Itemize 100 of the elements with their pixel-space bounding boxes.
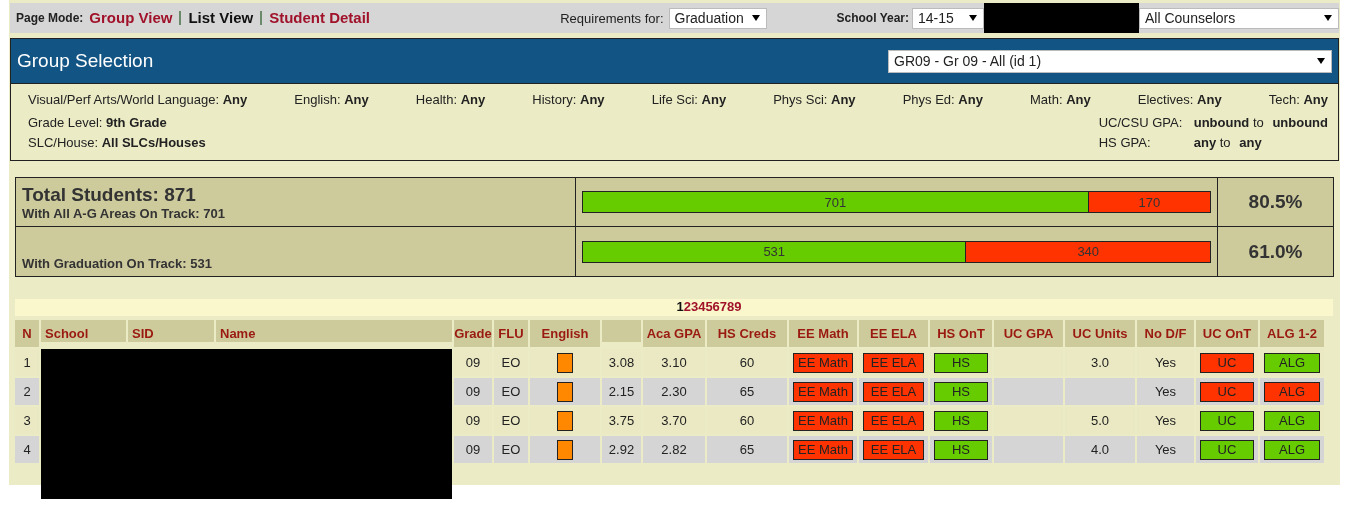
filter-text: Math: Any [1030,92,1091,107]
table-cell: 2.30 [643,378,705,405]
percent-value: 80.5% [1248,191,1303,213]
filter-text: Grade Level: 9th Grade [28,115,168,130]
square-icon [557,410,573,431]
off-track-fill: 170 [1087,192,1210,212]
column-header[interactable]: English [530,320,600,347]
page-link[interactable]: 8 [727,299,735,316]
filter-text: HS GPA: any to any [1098,135,1263,150]
table-cell: 09 [454,378,492,405]
column-header[interactable]: UC Units [1065,320,1135,347]
column-header[interactable]: ALG 1-2 [1260,320,1324,347]
status-badge: ALG [1264,439,1320,460]
requirements-dropdown[interactable]: Graduation [668,7,767,29]
off-track-fill: 340 [965,241,1210,262]
filter-text: Phys Ed: Any [902,92,983,107]
page-link[interactable]: 7 [719,299,728,316]
filter-text: History: Any [532,92,605,107]
column-header[interactable]: UC OnT [1196,320,1258,347]
page-link[interactable]: 3 [690,299,699,316]
status-badge: EE Math [793,410,853,431]
status-badge: ALG [1264,352,1320,373]
status-badge: HS [934,410,988,431]
status-badge: HS [934,381,988,402]
table-cell: 4.0 [1065,436,1135,463]
filter-text: UC/CSU GPA: unbound to unbound [1098,115,1328,130]
column-header [602,320,641,342]
filter-text: Tech: Any [1268,92,1328,107]
school-year-dropdown[interactable]: 14-15 [912,7,984,29]
filter-text: Visual/Perf Arts/World Language: Any [28,92,248,107]
percent-value: 61.0% [1248,240,1303,263]
table-cell: 4 [15,436,39,463]
column-header[interactable]: EE Math [789,320,857,347]
column-header[interactable]: UC GPA [994,320,1063,347]
page-link[interactable]: 5 [705,299,713,316]
square-icon [557,381,573,402]
column-header[interactable]: Grade [454,320,492,347]
table-cell: 65 [707,436,787,463]
column-header[interactable]: HS Creds [707,320,787,347]
table-cell: 2.92 [602,436,641,463]
status-badge: ALG [1264,410,1320,431]
column-header[interactable]: SID [128,320,214,342]
filter-text: Life Sci: Any [651,92,727,107]
status-badge: UC [1200,352,1254,373]
page-link[interactable]: 4 [698,299,706,316]
page-mode-link[interactable]: Student Detail [260,11,377,25]
filter-text: Health: Any [415,92,486,107]
status-badge: UC [1200,410,1254,431]
status-badge: EE Math [793,381,853,402]
filter-text: Electives: Any [1137,92,1222,107]
group-dropdown[interactable]: GR09 - Gr 09 - All (id 1) [888,49,1332,73]
status-badge: EE Math [793,439,853,460]
column-header[interactable]: No D/F [1137,320,1194,347]
summary-title: Total Students: 871 [22,184,197,206]
status-badge: HS [934,439,988,460]
column-header[interactable]: HS OnT [930,320,992,347]
column-header[interactable]: Aca GPA [643,320,705,347]
table-cell: 65 [707,378,787,405]
status-badge: ALG [1264,381,1320,402]
caret-icon [1324,15,1332,21]
page-mode-link[interactable]: List View [179,11,261,25]
caret-icon [751,15,760,21]
table-cell: 09 [454,436,492,463]
on-track-fill: 531 [583,241,966,262]
section-title: Group Selection [17,50,154,72]
square-icon [557,352,573,373]
caret-icon [1317,58,1325,64]
table-cell: EO [494,436,528,463]
summary-label: With Graduation On Track: 531 [22,256,213,271]
table-cell: EO [494,378,528,405]
page-mode-link[interactable]: Group View [89,11,180,25]
school-year-label: School Year: [836,11,909,25]
square-icon [557,439,573,460]
counselor-dropdown[interactable]: All Counselors [1139,7,1339,29]
table-cell: Yes [1137,436,1194,463]
filter-text: Phys Sci: Any [773,92,856,107]
column-header[interactable]: FLU [494,320,528,347]
status-badge: EE ELA [863,439,924,460]
filter-text: SLC/House: All SLCs/Houses [28,135,206,150]
page-link[interactable]: 2 [683,299,691,316]
column-header[interactable]: Name [216,320,452,342]
page-link[interactable]: 9 [734,299,742,316]
column-header[interactable]: N [15,320,39,347]
status-badge: EE ELA [863,352,924,373]
status-badge: UC [1200,381,1254,402]
column-header[interactable]: EE ELA [859,320,928,347]
requirements-label: Requirements for: [560,10,664,26]
page-link[interactable]: 1 [676,299,684,316]
page-link[interactable]: 6 [712,299,720,316]
table-cell: Yes [1137,378,1194,405]
table-cell: 2.15 [602,378,641,405]
status-badge: UC [1200,439,1254,460]
status-badge: EE ELA [863,381,924,402]
on-track-fill: 701 [583,192,1088,212]
table-cell: 2 [15,378,39,405]
table-cell: 2.82 [643,436,705,463]
status-badge: EE ELA [863,410,924,431]
filter-text: English: Any [294,92,369,107]
column-header[interactable]: School [41,320,126,342]
caret-icon [969,15,977,21]
